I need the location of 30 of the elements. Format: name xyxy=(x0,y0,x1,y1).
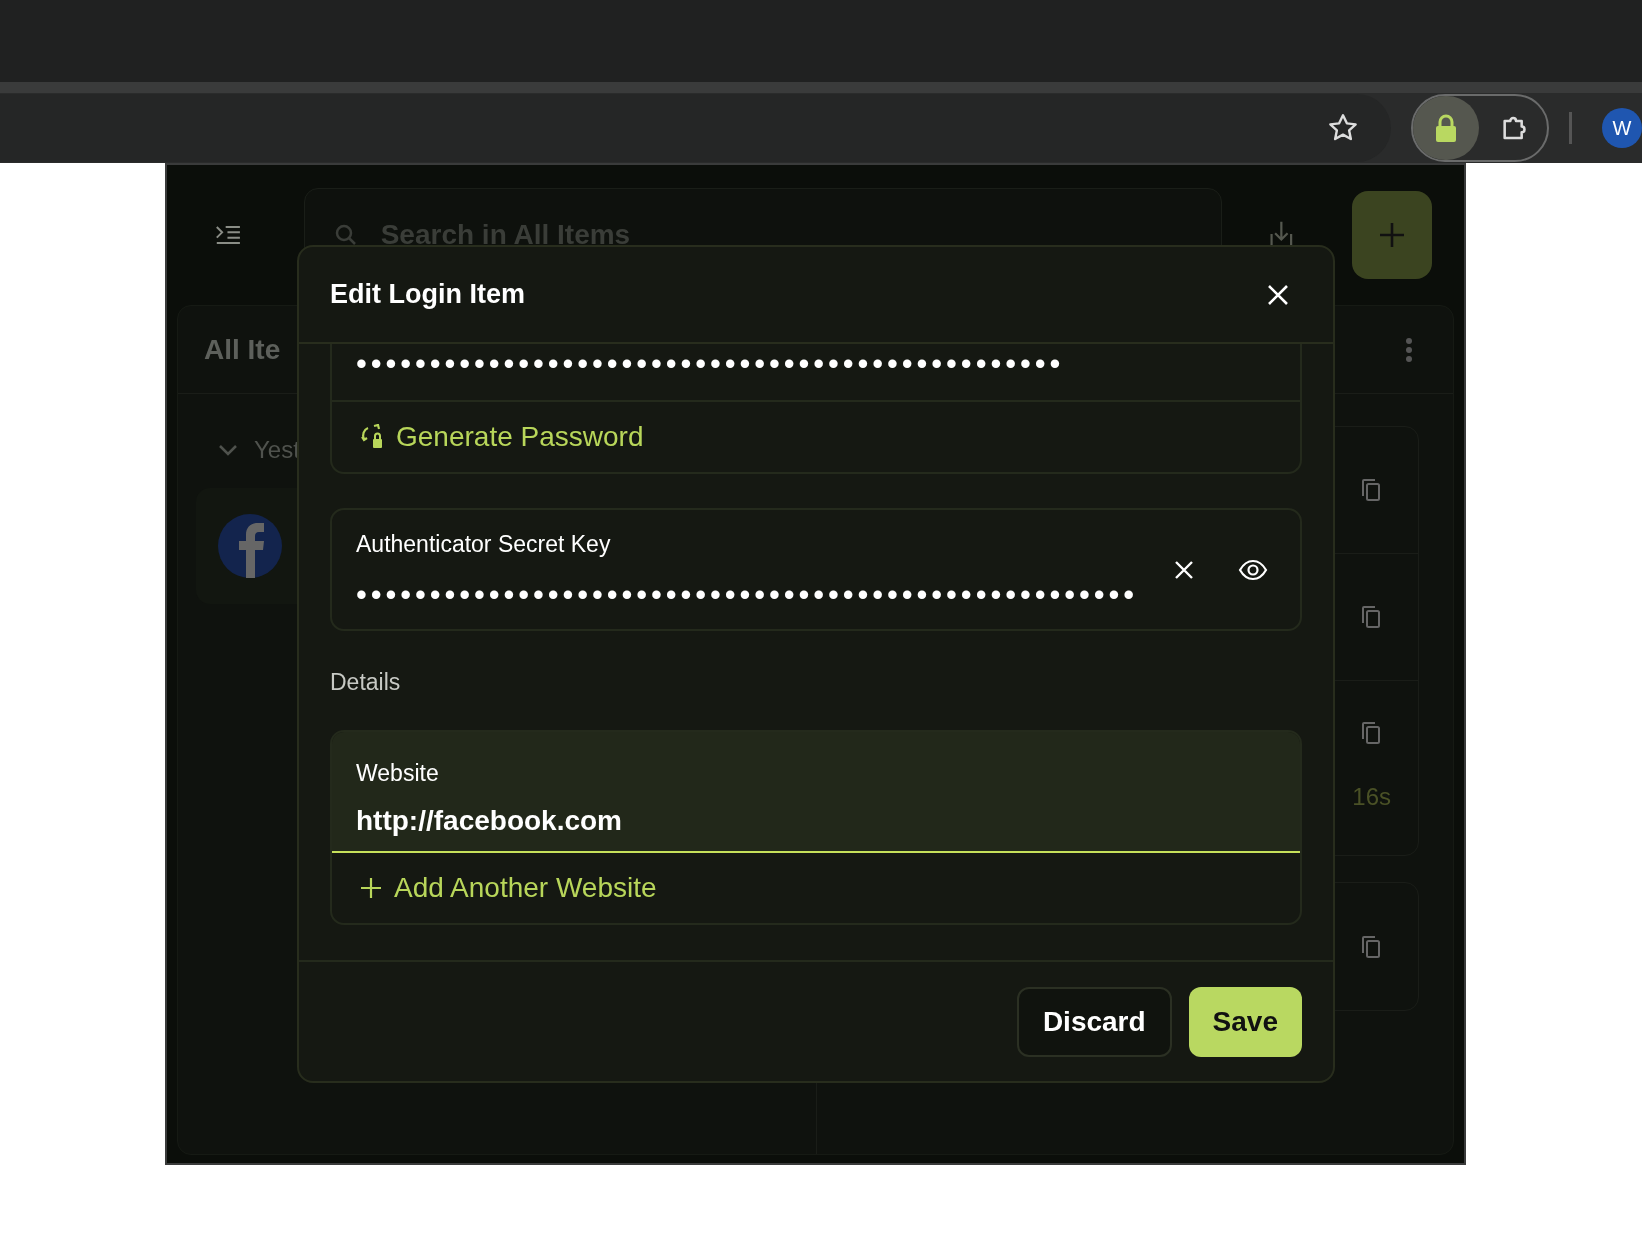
generate-password-button[interactable]: Generate Password xyxy=(332,402,1300,472)
copy-icon[interactable] xyxy=(1361,721,1381,746)
lock-extension-button[interactable] xyxy=(1413,96,1479,160)
refresh-lock-icon xyxy=(360,424,384,450)
copy-icon[interactable] xyxy=(1361,478,1381,502)
plus-icon xyxy=(360,876,382,899)
lock-icon xyxy=(1433,113,1459,143)
more-options-icon[interactable] xyxy=(1405,336,1413,363)
password-field[interactable]: •••••••••••••••••••••••••••••••••••••••••••••••• xyxy=(356,344,1065,379)
menu-icon[interactable] xyxy=(215,223,242,247)
plus-icon xyxy=(1379,222,1406,248)
copy-icon[interactable] xyxy=(1361,934,1381,959)
add-website-button[interactable]: Add Another Website xyxy=(332,852,1300,923)
profile-avatar[interactable]: W xyxy=(1602,108,1642,148)
list-title: All Ite xyxy=(204,332,281,367)
secret-key-field[interactable]: Authenticator Secret Key ••••••••••••••••••••••••••••••••••••••••••••••••••••• xyxy=(330,508,1302,631)
timer-label: 16s xyxy=(1352,782,1391,813)
save-button[interactable]: Save xyxy=(1188,986,1302,1057)
eye-icon xyxy=(1238,558,1268,581)
search-icon xyxy=(333,223,358,247)
close-icon xyxy=(1267,283,1289,306)
add-button[interactable] xyxy=(1352,191,1432,279)
group-label: Yest xyxy=(254,435,300,465)
copy-icon[interactable] xyxy=(1361,605,1381,629)
section-heading: Details xyxy=(330,668,402,697)
chevron-icon[interactable] xyxy=(218,443,238,457)
facebook-logo xyxy=(218,514,282,578)
clear-icon xyxy=(1174,559,1194,580)
discard-button[interactable]: Discard xyxy=(1016,986,1172,1057)
website-field[interactable]: Website http://facebook.com xyxy=(332,731,1300,853)
